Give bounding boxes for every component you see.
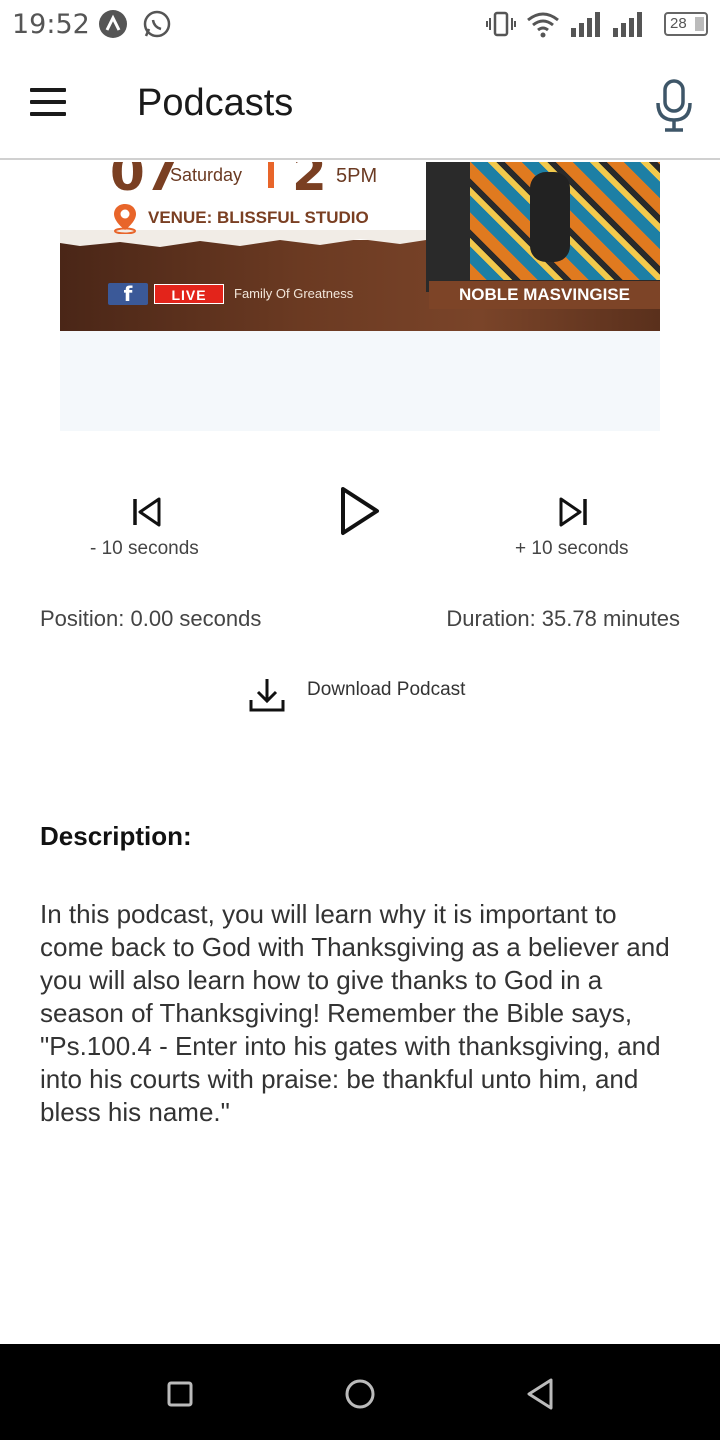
wifi-icon xyxy=(527,12,559,38)
back-icon[interactable] xyxy=(520,1374,560,1414)
banner-channel: Family Of Greatness xyxy=(234,286,354,301)
navigation-bar xyxy=(0,1344,720,1440)
hamburger-menu-icon[interactable] xyxy=(30,88,74,122)
rewind-label: - 10 seconds xyxy=(90,538,199,559)
microphone-icon[interactable] xyxy=(652,78,696,134)
recent-apps-icon[interactable] xyxy=(160,1374,200,1414)
banner-footer xyxy=(60,331,660,431)
download-icon[interactable] xyxy=(248,676,286,714)
battery-icon: 28 xyxy=(664,12,708,36)
page-title: Podcasts xyxy=(137,82,294,124)
app-bar: Podcasts xyxy=(0,50,720,160)
app-a-icon xyxy=(99,10,127,38)
position-text: Position: 0.00 seconds xyxy=(40,606,262,631)
description-heading: Description: xyxy=(40,821,192,851)
status-time: 19:52 xyxy=(12,9,90,40)
description-text: In this podcast, you will learn why it i… xyxy=(40,899,670,1127)
whatsapp-icon xyxy=(143,10,171,38)
live-badge: LIVE xyxy=(154,284,224,304)
location-pin-icon xyxy=(114,204,136,234)
banner-speaker-name: NOBLE MASVINGISE xyxy=(429,281,660,309)
home-icon[interactable] xyxy=(340,1374,380,1414)
banner-time: 5PM xyxy=(336,165,378,187)
duration-text: Duration: 35.78 minutes xyxy=(446,606,680,631)
banner-day: Saturday xyxy=(170,165,243,185)
download-podcast-button[interactable]: Download Podcast xyxy=(307,679,465,701)
vibrate-icon xyxy=(486,11,516,37)
podcast-banner-image: 07 Saturday 2 5PM VENUE: BLISSFUL STUDIO… xyxy=(60,162,660,331)
signal-icon xyxy=(571,12,600,37)
skip-back-icon[interactable] xyxy=(131,496,163,528)
status-bar: 19:52 28 xyxy=(0,0,720,50)
banner-hour-number: 2 xyxy=(292,162,327,202)
skip-forward-icon[interactable] xyxy=(557,496,589,528)
banner-venue: VENUE: BLISSFUL STUDIO xyxy=(148,208,369,227)
facebook-icon: f xyxy=(108,283,148,305)
play-icon[interactable] xyxy=(338,485,382,537)
signal-icon xyxy=(613,12,642,37)
forward-label: + 10 seconds xyxy=(515,538,629,559)
